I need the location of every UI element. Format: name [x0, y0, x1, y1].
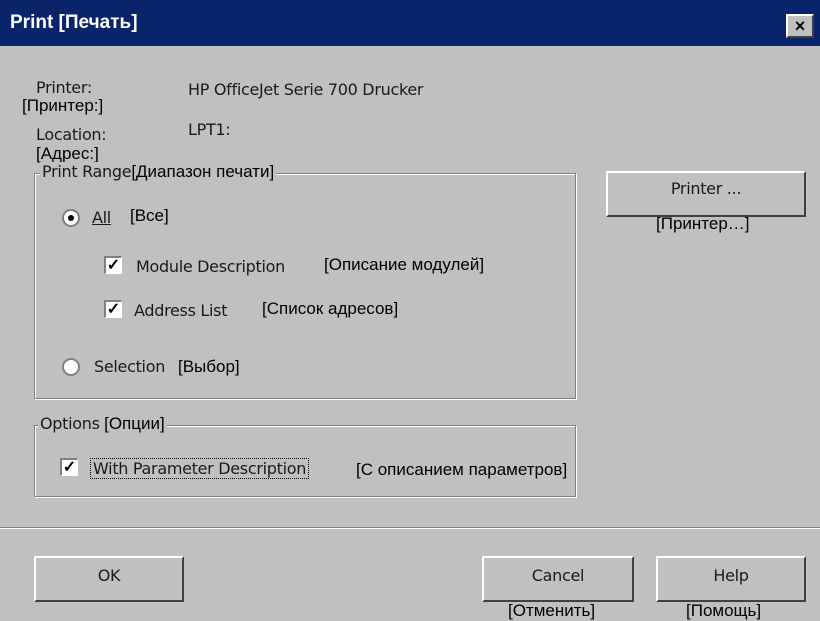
separator	[0, 527, 820, 529]
all-label[interactable]: All	[92, 208, 111, 227]
print-range-legend: Print Range[Диапазон печати]	[40, 162, 277, 182]
address-list-label-ru: [Список адресов]	[262, 299, 399, 318]
help-button-label-ru: [Помощь]	[686, 601, 762, 620]
printer-label: Printer:	[36, 78, 92, 97]
address-list-checkbox[interactable]: ✓	[104, 300, 122, 318]
module-description-label[interactable]: Module Description	[136, 257, 285, 276]
window-title: Print [Печать]	[10, 12, 138, 33]
title-bar: Print [Печать] ×	[0, 0, 820, 46]
with-parameter-description-checkbox[interactable]: ✓	[60, 458, 78, 476]
with-parameter-description-label[interactable]: With Parameter Description	[90, 458, 310, 479]
printer-label-ru: [Принтер:]	[22, 96, 104, 115]
selection-label[interactable]: Selection	[94, 357, 165, 376]
location-label-ru: [Адрес:]	[36, 144, 99, 163]
printer-value: HP OfficeJet Serie 700 Drucker	[188, 80, 424, 99]
module-description-label-ru: [Описание модулей]	[324, 255, 485, 274]
ok-button[interactable]: OK	[34, 556, 184, 602]
address-list-label[interactable]: Address List	[134, 301, 227, 320]
location-value: LPT1:	[188, 120, 231, 139]
all-radio[interactable]	[62, 209, 80, 227]
printer-button-label-ru: [Принтер…]	[656, 214, 750, 233]
printer-button[interactable]: Printer ...	[606, 171, 806, 217]
with-parameter-description-label-ru: [С описанием параметров]	[356, 460, 568, 479]
close-button[interactable]: ×	[786, 14, 814, 38]
location-label: Location:	[36, 125, 107, 144]
selection-label-ru: [Выбор]	[178, 357, 240, 376]
module-description-checkbox[interactable]: ✓	[104, 256, 122, 274]
all-label-ru: [Все]	[130, 206, 169, 225]
options-legend: Options [Опции]	[38, 414, 167, 434]
selection-radio[interactable]	[62, 358, 80, 376]
cancel-button-label-ru: [Отменить]	[508, 601, 596, 620]
help-button[interactable]: Help	[656, 556, 806, 602]
cancel-button[interactable]: Cancel	[482, 556, 634, 602]
